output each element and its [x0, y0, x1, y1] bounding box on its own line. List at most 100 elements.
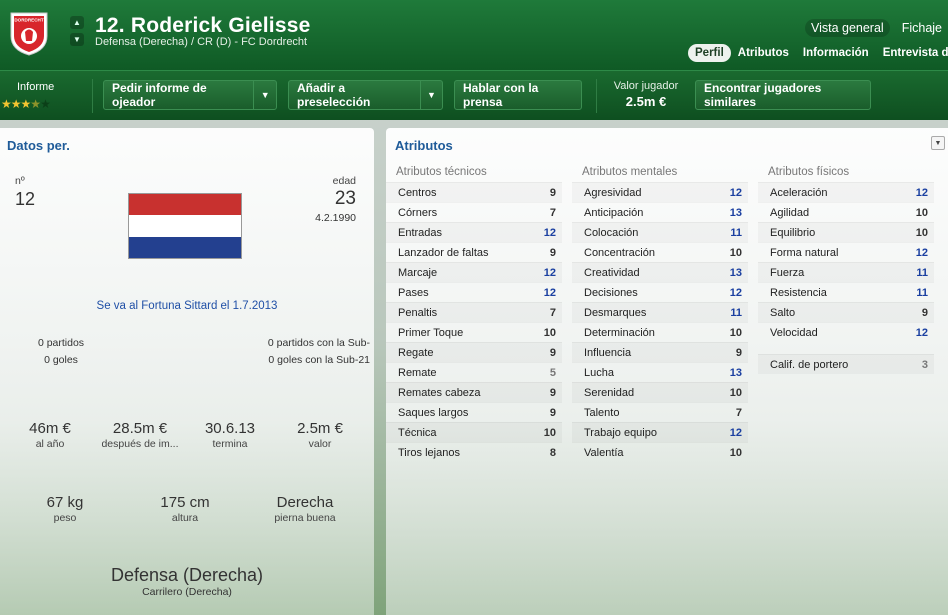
- altura-stat: 175 cm altura: [145, 494, 225, 524]
- attribute-list: Agresividad 12 Anticipación 13 Colocación 11 C…: [572, 182, 748, 462]
- player-subtitle: Defensa (Derecha) / CR (D) - FC Dordrech…: [95, 36, 308, 48]
- attribute-row[interactable]: Lanzador de faltas 9: [386, 242, 562, 262]
- attribute-value: 13: [729, 206, 742, 219]
- transfer-note[interactable]: Se va al Fortuna Sittard el 1.7.2013: [0, 300, 374, 312]
- tab-entrevista[interactable]: Entrevista de: [876, 44, 948, 62]
- attribute-value: 9: [549, 386, 556, 399]
- tab-informacion[interactable]: Información: [796, 44, 876, 62]
- stat-label: peso: [53, 512, 77, 524]
- attribute-row[interactable]: Determinación 10: [572, 322, 748, 342]
- club-crest-icon[interactable]: DORDRECHT: [8, 10, 50, 56]
- attribute-value: 13: [729, 366, 742, 379]
- stat-value: 175 cm: [160, 494, 210, 511]
- informe-rating[interactable]: Informe ★★★★★: [0, 81, 90, 111]
- attribute-label: Equilibrio: [770, 226, 816, 239]
- attribute-value: 9: [921, 306, 928, 319]
- attribute-row[interactable]: Anticipación 13: [572, 202, 748, 222]
- attribute-row[interactable]: Trabajo equipo 12: [572, 422, 748, 442]
- attribute-row[interactable]: Fuerza 11: [758, 262, 934, 282]
- attribute-row[interactable]: Primer Toque 10: [386, 322, 562, 342]
- link-fichaje[interactable]: Fichaje: [896, 19, 948, 37]
- attribute-row[interactable]: Remates cabeza 9: [386, 382, 562, 402]
- encontrar-similares-button[interactable]: Encontrar jugadores similares: [695, 80, 871, 110]
- attribute-row[interactable]: Desmarques 11: [572, 302, 748, 322]
- attribute-row[interactable]: Centros 9: [386, 182, 562, 202]
- link-vista-general[interactable]: Vista general: [804, 19, 890, 37]
- stat-value: 30.6.13: [204, 420, 256, 437]
- column-heading: Atributos técnicos: [396, 166, 487, 178]
- attribute-label: Técnica: [398, 426, 437, 439]
- tab-perfil[interactable]: Perfil: [688, 44, 731, 62]
- attribute-value: 10: [729, 246, 742, 259]
- attribute-row[interactable]: Marcaje 12: [386, 262, 562, 282]
- attribute-row[interactable]: Talento 7: [572, 402, 748, 422]
- attribute-label: Lucha: [584, 366, 614, 379]
- attribute-row[interactable]: Agilidad 10: [758, 202, 934, 222]
- attribute-row[interactable]: Influencia 9: [572, 342, 748, 362]
- attribute-label: Serenidad: [584, 386, 635, 399]
- attribute-row[interactable]: Aceleración 12: [758, 182, 934, 202]
- attribute-row[interactable]: Lucha 13: [572, 362, 748, 382]
- attribute-row[interactable]: Equilibrio 10: [758, 222, 934, 242]
- attribute-row-goalkeeper[interactable]: Calif. de portero 3: [758, 354, 934, 374]
- column-heading: Atributos físicos: [768, 166, 850, 178]
- next-player-icon[interactable]: ▼: [70, 33, 84, 46]
- attribute-value: 10: [915, 206, 928, 219]
- attribute-label: Lanzador de faltas: [398, 246, 489, 259]
- attribute-value: 12: [543, 226, 556, 239]
- attribute-value: 7: [549, 306, 556, 319]
- attribute-row[interactable]: Penaltis 7: [386, 302, 562, 322]
- attribute-row[interactable]: Velocidad 12: [758, 322, 934, 342]
- atributos-panel: Atributos ▼ Atributos técnicos Centros 9 Có…: [386, 128, 948, 615]
- contrato-stat: 30.6.13 termina: [190, 420, 270, 450]
- star-rating: ★★★★★: [1, 97, 51, 111]
- attribute-label: Remate: [398, 366, 437, 379]
- attribute-row[interactable]: Técnica 10: [386, 422, 562, 442]
- attribute-label: Agilidad: [770, 206, 810, 219]
- column-heading: Atributos mentales: [582, 166, 678, 178]
- attribute-row[interactable]: Serenidad 10: [572, 382, 748, 402]
- attribute-row[interactable]: Valentía 10: [572, 442, 748, 462]
- tecnicos-column: Atributos técnicos Centros 9 Córners 7 Entrad…: [386, 166, 562, 462]
- player-name: 12. Roderick Gielisse: [95, 14, 311, 37]
- attribute-value: 11: [916, 286, 928, 299]
- attribute-row[interactable]: Salto 9: [758, 302, 934, 322]
- attribute-row[interactable]: Entradas 12: [386, 222, 562, 242]
- attribute-row[interactable]: Concentración 10: [572, 242, 748, 262]
- attribute-label: Salto: [770, 306, 796, 319]
- attribute-value: 12: [729, 286, 742, 299]
- attribute-label: Córners: [398, 206, 438, 219]
- salario-stat: 46m € al año: [10, 420, 90, 450]
- attribute-row[interactable]: Córners 7: [386, 202, 562, 222]
- datos-personales-panel: Datos per. nº 12 edad 23 4.2.1990 Se va …: [0, 128, 374, 615]
- chevron-down-icon[interactable]: ▼: [253, 81, 276, 109]
- hablar-prensa-button[interactable]: Hablar con la prensa: [454, 80, 582, 110]
- attribute-row[interactable]: Tiros lejanos 8: [386, 442, 562, 462]
- stat-label: altura: [171, 512, 199, 524]
- chevron-down-icon[interactable]: ▼: [419, 81, 442, 109]
- attribute-list: Centros 9 Córners 7 Entradas 12 Lanzador de fa…: [386, 182, 562, 462]
- dorsal-label: nº: [15, 175, 25, 187]
- stat-value: 28.5m €: [112, 420, 168, 437]
- attribute-row[interactable]: Forma natural 12: [758, 242, 934, 262]
- attribute-row[interactable]: Creatividad 13: [572, 262, 748, 282]
- attribute-value: 13: [729, 266, 742, 279]
- attribute-label: Saques largos: [398, 406, 469, 419]
- panel-menu-icon[interactable]: ▼: [931, 136, 945, 150]
- attribute-row[interactable]: Resistencia 11: [758, 282, 934, 302]
- attribute-row[interactable]: Saques largos 9: [386, 402, 562, 422]
- anadir-preseleccion-button[interactable]: Añadir a preselección ▼: [288, 80, 443, 110]
- attribute-row[interactable]: Remate 5: [386, 362, 562, 382]
- attribute-row[interactable]: Decisiones 12: [572, 282, 748, 302]
- attribute-row[interactable]: Regate 9: [386, 342, 562, 362]
- attribute-row[interactable]: Pases 12: [386, 282, 562, 302]
- attribute-row[interactable]: Agresividad 12: [572, 182, 748, 202]
- tab-atributos[interactable]: Atributos: [731, 44, 796, 62]
- attribute-value: 9: [549, 186, 556, 199]
- attribute-row[interactable]: Colocación 11: [572, 222, 748, 242]
- pedir-informe-button[interactable]: Pedir informe de ojeador ▼: [103, 80, 277, 110]
- valor-jugador-label: Valor jugador: [613, 80, 679, 92]
- attribute-value: 8: [549, 446, 556, 459]
- star-full-icon: ★: [20, 97, 32, 111]
- prev-player-icon[interactable]: ▲: [70, 16, 84, 29]
